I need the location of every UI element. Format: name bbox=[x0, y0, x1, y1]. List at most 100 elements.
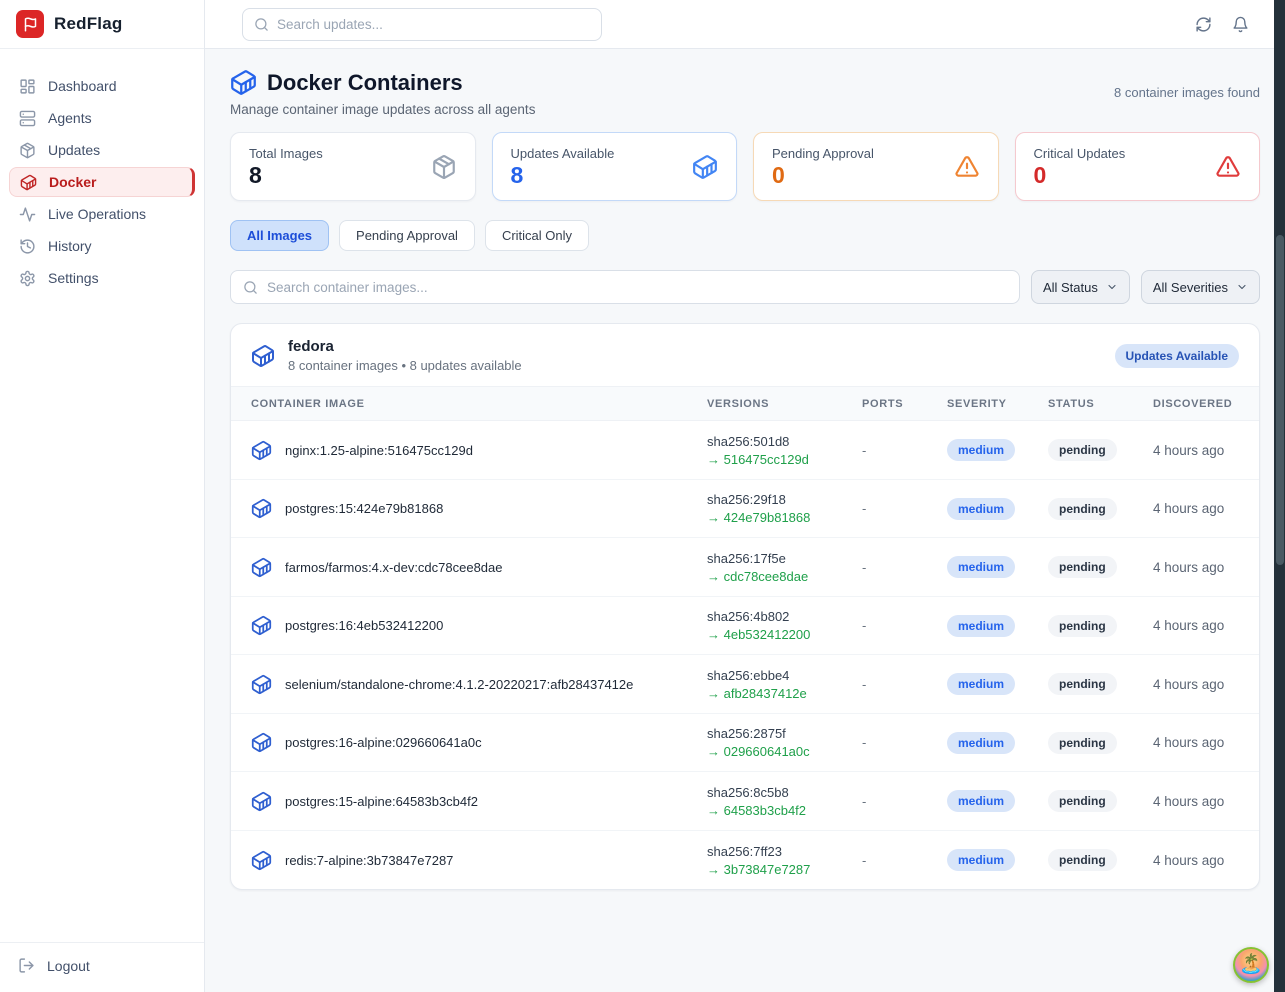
version-current: sha256:4b802 bbox=[707, 609, 862, 624]
severity-filter-value: All Severities bbox=[1153, 280, 1228, 295]
discovered-value: 4 hours ago bbox=[1153, 677, 1239, 692]
stat-value: 0 bbox=[772, 163, 874, 188]
stat-value: 0 bbox=[1034, 163, 1126, 188]
logout-button[interactable]: Logout bbox=[18, 957, 90, 974]
column-header-container-image: Container Image bbox=[251, 398, 707, 410]
island-widget-button[interactable]: 🏝️ bbox=[1233, 947, 1269, 983]
discovered-value: 4 hours ago bbox=[1153, 560, 1239, 575]
container-icon bbox=[251, 791, 272, 812]
table-row[interactable]: postgres:16-alpine:029660641a0c sha256:2… bbox=[231, 714, 1259, 773]
image-search-input[interactable] bbox=[267, 280, 1007, 295]
docker-containers-icon bbox=[230, 69, 257, 96]
severity-badge: medium bbox=[947, 790, 1015, 812]
severity-filter-select[interactable]: All Severities bbox=[1141, 270, 1260, 304]
tab-all-images[interactable]: All Images bbox=[230, 220, 329, 251]
bell-icon bbox=[1232, 16, 1249, 33]
redflag-logo bbox=[16, 10, 44, 38]
stat-label: Total Images bbox=[249, 146, 323, 161]
logout-icon bbox=[18, 957, 35, 974]
sidebar: RedFlag Dashboard Agents Updates Docker … bbox=[0, 0, 205, 992]
severity-badge: medium bbox=[947, 849, 1015, 871]
stat-card-updates-available: Updates Available 8 bbox=[492, 132, 738, 201]
tab-critical-only[interactable]: Critical Only bbox=[485, 220, 589, 251]
discovered-value: 4 hours ago bbox=[1153, 794, 1239, 809]
container-icon bbox=[251, 674, 272, 695]
updates-available-badge: Updates Available bbox=[1115, 344, 1239, 368]
table-header-row: Container Image Versions Ports Severity … bbox=[231, 386, 1259, 421]
ports-value: - bbox=[862, 443, 947, 458]
warning-triangle-icon bbox=[954, 154, 980, 180]
global-search-input[interactable] bbox=[277, 17, 590, 32]
scrollbar-thumb[interactable] bbox=[1276, 235, 1284, 565]
sidebar-item-label: Dashboard bbox=[48, 78, 117, 94]
table-row[interactable]: postgres:15:424e79b81868 sha256:29f18 → … bbox=[231, 480, 1259, 539]
table-row[interactable]: selenium/standalone-chrome:4.1.2-2022021… bbox=[231, 655, 1259, 714]
package-icon bbox=[19, 142, 36, 159]
package-icon bbox=[431, 154, 457, 180]
ports-value: - bbox=[862, 794, 947, 809]
discovered-value: 4 hours ago bbox=[1153, 618, 1239, 633]
container-icon bbox=[20, 174, 37, 191]
severity-badge: medium bbox=[947, 615, 1015, 637]
group-meta: 8 container images • 8 updates available bbox=[288, 358, 522, 373]
sidebar-item-live-operations[interactable]: Live Operations bbox=[9, 199, 195, 229]
container-image-name: postgres:15:424e79b81868 bbox=[285, 501, 443, 516]
container-image-name: postgres:15-alpine:64583b3cb4f2 bbox=[285, 794, 478, 809]
topbar bbox=[205, 0, 1285, 49]
ports-value: - bbox=[862, 560, 947, 575]
page-subtitle: Manage container image updates across al… bbox=[230, 102, 535, 117]
version-update: → 029660641a0c bbox=[707, 744, 862, 759]
page-title: Docker Containers bbox=[267, 70, 463, 96]
table-body: nginx:1.25-alpine:516475cc129d sha256:50… bbox=[231, 421, 1259, 889]
status-badge: pending bbox=[1048, 439, 1117, 461]
stat-label: Pending Approval bbox=[772, 146, 874, 161]
container-icon bbox=[251, 557, 272, 578]
discovered-value: 4 hours ago bbox=[1153, 735, 1239, 750]
sidebar-item-settings[interactable]: Settings bbox=[9, 263, 195, 293]
sidebar-item-agents[interactable]: Agents bbox=[9, 103, 195, 133]
stat-card-critical-updates: Critical Updates 0 bbox=[1015, 132, 1261, 201]
sidebar-item-label: Updates bbox=[48, 142, 100, 158]
severity-badge: medium bbox=[947, 439, 1015, 461]
ports-value: - bbox=[862, 501, 947, 516]
sidebar-nav: Dashboard Agents Updates Docker Live Ope… bbox=[0, 71, 204, 293]
status-badge: pending bbox=[1048, 556, 1117, 578]
column-header-discovered: Discovered bbox=[1153, 398, 1239, 410]
tab-pending-approval[interactable]: Pending Approval bbox=[339, 220, 475, 251]
status-badge: pending bbox=[1048, 790, 1117, 812]
column-header-versions: Versions bbox=[707, 398, 862, 410]
table-row[interactable]: postgres:15-alpine:64583b3cb4f2 sha256:8… bbox=[231, 772, 1259, 831]
status-filter-select[interactable]: All Status bbox=[1031, 270, 1130, 304]
global-search bbox=[242, 8, 602, 41]
table-row[interactable]: redis:7-alpine:3b73847e7287 sha256:7ff23… bbox=[231, 831, 1259, 890]
page-scrollbar[interactable] bbox=[1274, 0, 1285, 992]
version-update: → 64583b3cb4f2 bbox=[707, 803, 862, 818]
sidebar-item-dashboard[interactable]: Dashboard bbox=[9, 71, 195, 101]
page-header: Docker Containers Manage container image… bbox=[230, 69, 1260, 117]
table-row[interactable]: nginx:1.25-alpine:516475cc129d sha256:50… bbox=[231, 421, 1259, 480]
search-icon bbox=[243, 280, 258, 295]
result-count: 8 container images found bbox=[1114, 85, 1260, 100]
discovered-value: 4 hours ago bbox=[1153, 501, 1239, 516]
column-header-severity: Severity bbox=[947, 398, 1048, 410]
table-row[interactable]: postgres:16:4eb532412200 sha256:4b802 → … bbox=[231, 597, 1259, 656]
refresh-button[interactable] bbox=[1193, 14, 1214, 35]
table-row[interactable]: farmos/farmos:4.x-dev:cdc78cee8dae sha25… bbox=[231, 538, 1259, 597]
sidebar-item-history[interactable]: History bbox=[9, 231, 195, 261]
container-image-name: nginx:1.25-alpine:516475cc129d bbox=[285, 443, 473, 458]
container-icon bbox=[251, 850, 272, 871]
ports-value: - bbox=[862, 677, 947, 692]
sidebar-item-updates[interactable]: Updates bbox=[9, 135, 195, 165]
status-filter-value: All Status bbox=[1043, 280, 1098, 295]
status-badge: pending bbox=[1048, 615, 1117, 637]
version-current: sha256:ebbe4 bbox=[707, 668, 862, 683]
notifications-button[interactable] bbox=[1230, 14, 1251, 35]
stat-card-total-images: Total Images 8 bbox=[230, 132, 476, 201]
status-badge: pending bbox=[1048, 732, 1117, 754]
container-icon bbox=[251, 440, 272, 461]
sidebar-item-docker[interactable]: Docker bbox=[9, 167, 195, 197]
container-icon bbox=[692, 154, 718, 180]
status-badge: pending bbox=[1048, 673, 1117, 695]
history-icon bbox=[19, 238, 36, 255]
severity-badge: medium bbox=[947, 673, 1015, 695]
